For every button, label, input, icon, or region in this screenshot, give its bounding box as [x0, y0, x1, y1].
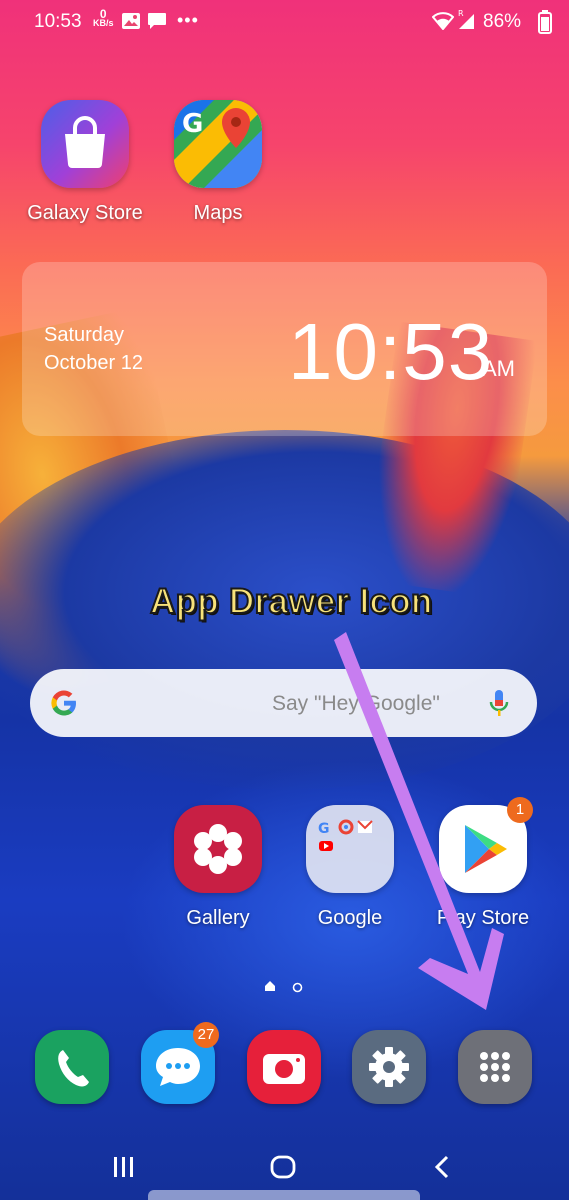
clock-time: 10:53 — [288, 307, 494, 396]
notification-badge: 27 — [193, 1022, 219, 1048]
google-search-bar[interactable]: Say "Hey Google" — [30, 669, 537, 737]
clock-widget[interactable]: Saturday October 12 10:53 AM — [22, 262, 547, 436]
search-placeholder: Say "Hey Google" — [272, 692, 440, 715]
status-bar: 10:53 0 KB/s ••• R 86% — [0, 0, 569, 44]
camera-icon[interactable] — [247, 1030, 321, 1104]
wifi-icon — [431, 12, 455, 36]
status-time: 10:53 — [34, 11, 82, 32]
net-speed-indicator: 0 KB/s — [93, 8, 114, 28]
flower-icon — [174, 805, 262, 893]
app-label: Maps — [193, 202, 243, 224]
microphone-icon[interactable] — [488, 688, 510, 725]
battery-percent: 86% — [483, 11, 522, 32]
folder-icon: G — [306, 805, 394, 893]
home-button-icon[interactable] — [270, 1154, 296, 1185]
signal-icon: R — [456, 8, 476, 36]
app-galaxy-store[interactable]: Galaxy Store — [25, 100, 145, 225]
net-speed-unit: KB/s — [93, 18, 114, 28]
recent-apps-icon[interactable] — [112, 1154, 136, 1185]
app-label: Play Store — [436, 907, 530, 929]
clock-day: Saturday — [44, 324, 125, 346]
image-icon — [121, 12, 141, 36]
more-notifications-icon: ••• — [177, 10, 199, 30]
app-gallery[interactable]: Gallery — [158, 805, 278, 930]
battery-icon — [538, 10, 552, 40]
app-label: Galaxy Store — [27, 202, 143, 224]
clock-date: October 12 — [44, 352, 143, 374]
svg-text:G: G — [182, 109, 203, 139]
settings-gear-icon[interactable] — [352, 1030, 426, 1104]
app-label: Gallery — [186, 907, 250, 929]
notification-badge: 1 — [507, 797, 533, 823]
app-play-store[interactable]: 1 Play Store — [423, 797, 543, 930]
annotation-label: App Drawer Icon — [149, 581, 433, 622]
google-g-icon — [48, 687, 80, 724]
messages-icon[interactable]: 27 — [141, 1022, 219, 1104]
back-icon[interactable] — [432, 1154, 452, 1185]
bottom-edge-highlight — [148, 1190, 420, 1200]
svg-text:G: G — [318, 821, 330, 837]
svg-text:R: R — [458, 9, 464, 18]
chat-icon — [147, 12, 167, 36]
home-page-icon — [264, 979, 276, 997]
play-store-icon: 1 — [439, 797, 533, 893]
app-label: Google — [317, 907, 383, 929]
maps-icon: G — [174, 100, 262, 188]
page-dot — [292, 980, 303, 998]
phone-icon[interactable] — [35, 1030, 109, 1104]
folder-google[interactable]: G Google — [290, 805, 410, 930]
shopping-bag-icon — [41, 100, 129, 188]
app-drawer-icon[interactable] — [458, 1030, 532, 1104]
clock-ampm: AM — [482, 356, 515, 381]
app-maps[interactable]: G Maps — [158, 100, 278, 225]
